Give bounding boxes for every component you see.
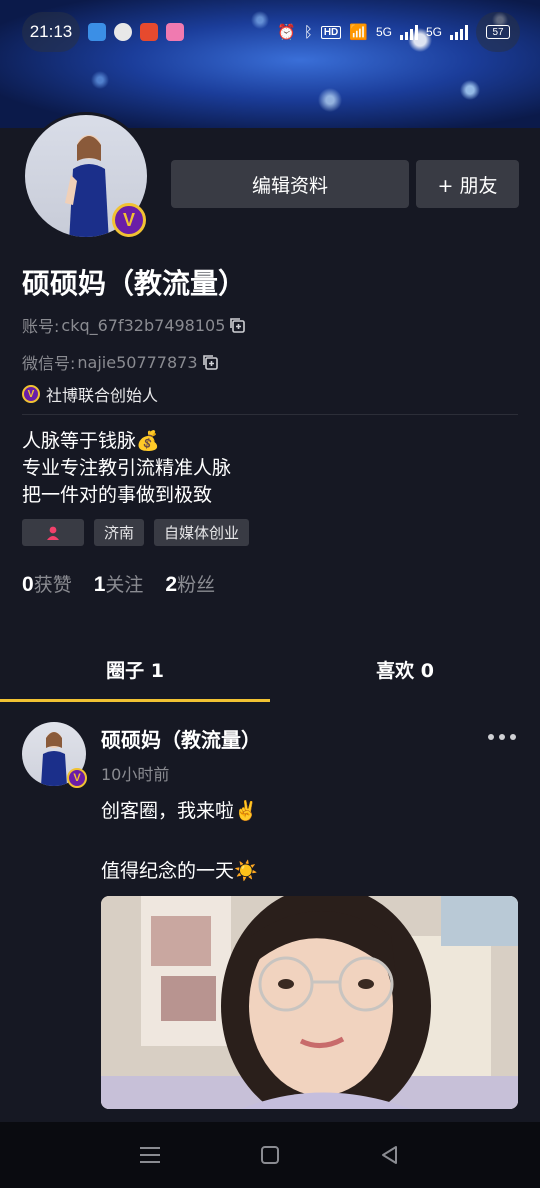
account-row: 账号: ckq_67f32b7498105 bbox=[22, 313, 246, 337]
verified-badge-icon: V bbox=[112, 203, 146, 237]
tab-circles[interactable]: 圈子 1 bbox=[0, 650, 270, 702]
bio-line: 专业专注教引流精准人脉 bbox=[22, 457, 232, 479]
wechat-row: 微信号: najie50777873 bbox=[22, 350, 218, 374]
verified-icon: V bbox=[22, 385, 40, 403]
location-tag: 济南 bbox=[94, 519, 145, 546]
profile-stats: 0获赞 1关注 2粉丝 bbox=[22, 570, 215, 597]
signal-icon bbox=[450, 24, 468, 40]
camera-app-icon bbox=[166, 23, 184, 41]
back-triangle-icon[interactable] bbox=[370, 1135, 410, 1175]
copy-icon[interactable] bbox=[202, 354, 218, 370]
hd-icon: HD bbox=[320, 25, 342, 39]
wechat-icon bbox=[114, 23, 132, 41]
post-photo[interactable] bbox=[101, 896, 518, 1109]
wechat-value: najie50777873 bbox=[77, 352, 198, 372]
certification-row: V 社博联合创始人 bbox=[22, 382, 158, 406]
status-bar: 21:13 ⏰ ᛒ HD 📶 5G 5G 57 bbox=[0, 0, 540, 64]
industry-tag: 自媒体创业 bbox=[154, 519, 250, 546]
battery-icon: 57 bbox=[486, 25, 510, 39]
bio-line: 人脉等于钱脉💰 bbox=[22, 430, 160, 452]
bio-line: 把一件对的事做到极致 bbox=[22, 484, 213, 506]
edit-profile-button[interactable]: 编辑资料 bbox=[171, 160, 409, 208]
account-label: 账号: bbox=[22, 317, 60, 336]
post-time: 10小时前 bbox=[101, 765, 170, 784]
app-notification-icon bbox=[88, 23, 106, 41]
stat-likes[interactable]: 0获赞 bbox=[22, 570, 72, 597]
account-value: ckq_67f32b7498105 bbox=[61, 315, 226, 335]
more-dots-icon[interactable] bbox=[488, 734, 516, 740]
home-square-icon[interactable] bbox=[250, 1135, 290, 1175]
stat-followers[interactable]: 2粉丝 bbox=[165, 570, 215, 597]
add-friend-button[interactable]: + 朋友 bbox=[416, 160, 519, 208]
profile-name: 硕硕妈（教流量） bbox=[22, 267, 247, 300]
copy-icon[interactable] bbox=[229, 317, 246, 333]
app-notification-icon bbox=[140, 23, 158, 41]
profile-tabs: 圈子 1 喜欢 0 bbox=[0, 650, 540, 702]
status-time: 21:13 bbox=[22, 12, 80, 52]
divider bbox=[22, 414, 518, 415]
system-nav-bar bbox=[0, 1122, 540, 1188]
tab-likes[interactable]: 喜欢 0 bbox=[270, 650, 540, 702]
verified-badge-icon: V bbox=[67, 768, 87, 788]
bluetooth-icon: ᛒ bbox=[303, 23, 313, 41]
female-person-icon bbox=[47, 526, 59, 540]
network-label: 5G bbox=[425, 25, 442, 39]
selfie-image bbox=[101, 896, 518, 1109]
profile-bio: 人脉等于钱脉💰 专业专注教引流精准人脉 把一件对的事做到极致 bbox=[22, 428, 231, 509]
stat-following[interactable]: 1关注 bbox=[94, 570, 144, 597]
network-label: 5G bbox=[375, 25, 392, 39]
wechat-label: 微信号: bbox=[22, 354, 76, 373]
wifi-icon: 📶 bbox=[349, 24, 368, 41]
profile-tags: 济南 自媒体创业 bbox=[22, 519, 250, 546]
alarm-icon: ⏰ bbox=[277, 24, 296, 41]
avatar-person-image bbox=[65, 135, 109, 237]
post-text: 创客圈，我来啦✌️ 值得纪念的一天☀️ bbox=[101, 800, 258, 882]
menu-icon[interactable] bbox=[130, 1135, 170, 1175]
post-author-name[interactable]: 硕硕妈（教流量） bbox=[101, 724, 261, 753]
gender-tag bbox=[22, 519, 84, 546]
signal-icon bbox=[399, 24, 418, 40]
certification-text: 社博联合创始人 bbox=[46, 386, 159, 405]
